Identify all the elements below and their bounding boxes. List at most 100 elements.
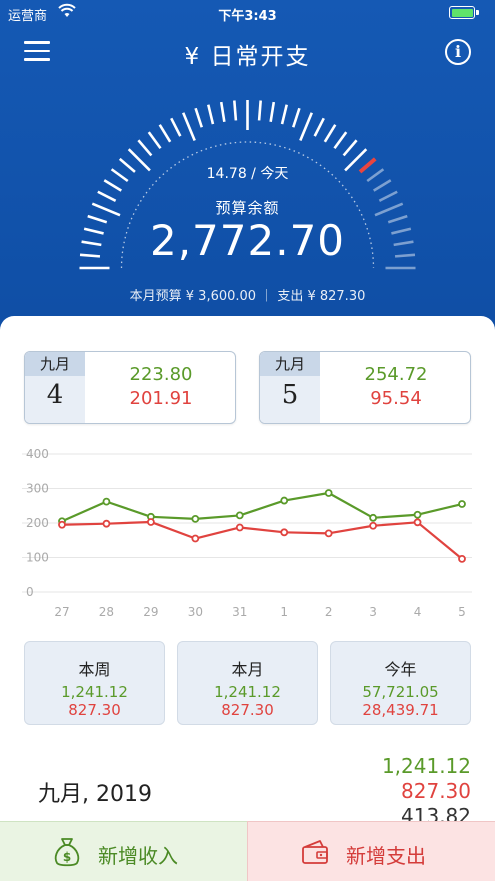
chart-y-tick-label: 400 [26, 447, 49, 461]
chart-y-tick-label: 100 [26, 551, 49, 565]
summary-income: 57,721.05 [362, 683, 439, 701]
expense-point [324, 529, 333, 538]
income-point [280, 496, 289, 505]
expense-point [369, 521, 378, 530]
summary-month[interactable]: 本月 1,241.12 827.30 [177, 641, 318, 725]
gauge-tick [333, 131, 348, 150]
income-point [191, 514, 200, 523]
summary-expense: 827.30 [221, 701, 274, 719]
chart-y-tick-label: 300 [26, 482, 49, 496]
gauge-tick [280, 104, 288, 125]
day-income: 254.72 [364, 364, 428, 385]
expense-point [413, 518, 422, 527]
chart-x-tick-label: 3 [369, 605, 377, 619]
income-point [324, 489, 333, 497]
gauge-tick [342, 139, 358, 157]
chart-x-tick-label: 27 [54, 605, 69, 619]
day-number: 5 [281, 380, 299, 410]
add-income-button[interactable]: $ 新增收入 [0, 821, 247, 881]
daily-line-chart: 400 300 200 100 0 27 28 29 30 31 1 2 3 4 5 [22, 447, 472, 619]
add-expense-button[interactable]: 新增支出 [247, 821, 495, 881]
day-month: 九月 [260, 352, 320, 376]
page-title: ¥ 日常开支 [184, 44, 311, 70]
summary-income: 1,241.12 [61, 683, 128, 701]
expense-point [191, 534, 200, 543]
gauge-tick [323, 124, 337, 143]
summary-week[interactable]: 本周 1,241.12 827.30 [24, 641, 165, 725]
income-point [102, 497, 111, 506]
chart-x-tick-label: 4 [414, 605, 422, 619]
gauge-tick [313, 117, 325, 137]
expense-point [458, 554, 466, 563]
income-point [369, 513, 378, 522]
gauge-tick [269, 101, 276, 123]
battery-tip [476, 10, 479, 15]
gauge-tick [207, 104, 215, 125]
chart-x-tick-label: 28 [99, 605, 114, 619]
gauge-tick [182, 112, 196, 142]
day-expense: 201.91 [129, 388, 193, 409]
expense-point [146, 518, 155, 526]
budget-summary: 本月预算 ¥ 3,600.00 ｜ 支出 ¥ 827.30 [129, 289, 366, 304]
income-point [458, 500, 466, 508]
status-time: 下午3:43 [218, 9, 277, 24]
summary-label: 本周 [78, 660, 111, 679]
day-expense: 95.54 [370, 388, 422, 409]
day-number: 4 [46, 380, 64, 410]
gauge-tick [299, 112, 313, 142]
month-section-income: 1,241.12 [381, 754, 471, 778]
add-income-label: 新增收入 [98, 844, 178, 868]
income-point [413, 510, 422, 519]
chart-y-tick-label: 0 [26, 585, 34, 599]
add-expense-label: 新增支出 [346, 844, 426, 868]
income-series-line [61, 491, 463, 523]
expense-point [235, 523, 244, 532]
day-card-4[interactable]: 九月 4 223.80 201.91 [24, 351, 236, 424]
action-bar: $ 新增收入 新增支出 [0, 821, 495, 881]
content-card: 九月 4 223.80 201.91 九月 5 254.72 95.54 400… [0, 316, 495, 836]
expense-series-line [61, 520, 463, 560]
day-card-5[interactable]: 九月 5 254.72 95.54 [259, 351, 471, 424]
gauge-tick [147, 131, 162, 150]
gauge-tick [219, 101, 226, 123]
gauge-tick [137, 139, 153, 157]
summary-label: 今年 [384, 660, 417, 679]
chart-x-tick-label: 1 [280, 605, 288, 619]
header-panel: 运营商 下午3:43 ¥ 日常开支 i 14.78 / 今天 预算余额 2,77… [0, 0, 495, 340]
gauge-tick [233, 100, 238, 121]
summary-year[interactable]: 今年 57,721.05 28,439.71 [330, 641, 471, 725]
gauge-tick [194, 107, 204, 128]
daily-allowance: 14.78 / 今天 [206, 166, 289, 182]
svg-text:$: $ [63, 850, 71, 864]
remaining-label: 预算余额 [215, 199, 280, 217]
expense-point [280, 528, 289, 537]
money-bag-icon: $ [54, 838, 80, 867]
wallet-icon [302, 840, 328, 864]
summary-expense: 28,439.71 [362, 701, 439, 719]
expense-point [102, 519, 111, 528]
chart-x-tick-label: 2 [325, 605, 333, 619]
chart-x-tick-label: 5 [458, 605, 466, 619]
gauge-tick [257, 100, 262, 121]
expense-point [58, 520, 66, 529]
summary-expense: 827.30 [68, 701, 121, 719]
chart-y-tick-label: 200 [26, 516, 49, 530]
day-income: 223.80 [129, 364, 193, 385]
gauge-tick [291, 107, 301, 128]
chart-x-tick-label: 31 [232, 605, 247, 619]
status-bar: 运营商 下午3:43 [0, 0, 495, 26]
chart-x-tick-label: 30 [188, 605, 203, 619]
nav-bar: ¥ 日常开支 i [0, 30, 495, 74]
month-section-title: 九月, 2019 [38, 782, 152, 807]
day-month: 九月 [25, 352, 85, 376]
info-icon[interactable]: i [445, 39, 471, 65]
chart-x-tick-label: 29 [143, 605, 158, 619]
gauge-tick [158, 124, 172, 143]
gauge-tick [170, 117, 182, 137]
income-point [235, 511, 244, 520]
month-section-expense: 827.30 [401, 779, 471, 803]
battery-icon [449, 6, 475, 19]
summary-income: 1,241.12 [214, 683, 281, 701]
remaining-value: 2,772.70 [149, 216, 346, 265]
summary-label: 本月 [231, 660, 264, 679]
